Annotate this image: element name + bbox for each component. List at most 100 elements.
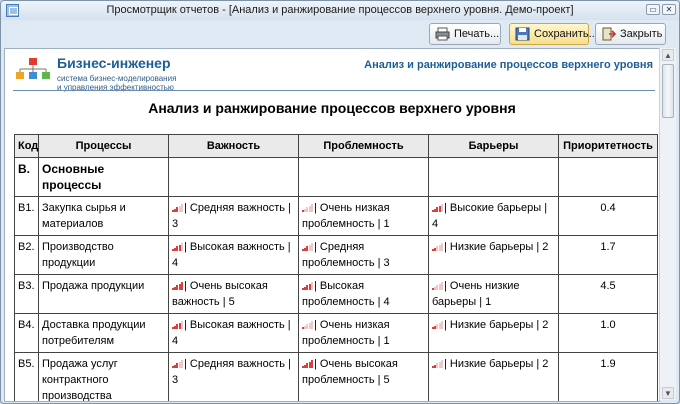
importance-cell-text: | Средняя важность | 3 [172, 202, 291, 230]
priority-value: 4.5 [558, 274, 658, 314]
print-label: Печать... [454, 28, 500, 40]
rating-bars-icon [302, 360, 313, 368]
barrier-cell-text: | Низкие барьеры | 2 [444, 241, 549, 253]
rating-bars-icon [432, 360, 443, 368]
priority-value: 1.7 [558, 235, 658, 275]
print-button[interactable]: Печать... [429, 23, 501, 45]
priority-value: 0.4 [558, 196, 658, 236]
importance-cell-text: | Средняя важность | 3 [172, 358, 291, 386]
barrier-cell: | Низкие барьеры | 2 [428, 235, 559, 275]
close-button[interactable]: Закрыть [595, 23, 666, 45]
problem-cell: | Высокая проблемность | 4 [298, 274, 429, 314]
brand-name: Бизнес-инженер [57, 55, 171, 71]
table-row: В4. Доставка продукции потребителям | Высо… [14, 313, 658, 353]
rating-bars-icon [432, 282, 443, 290]
rating-bars-icon [172, 360, 183, 368]
barrier-cell-text: | Высокие барьеры | 4 [432, 202, 548, 230]
table-header-row: Код Процессы Важность Проблемность Барье… [14, 134, 658, 158]
printer-icon [435, 27, 450, 41]
save-button[interactable]: Сохранить... [509, 23, 598, 45]
table-row: В3. Продажа продукции | Очень высокая важн… [14, 274, 658, 314]
process-name: Продажа продукции [38, 274, 169, 314]
importance-cell: | Очень высокая важность | 5 [168, 274, 299, 314]
problem-cell: | Очень низкая проблемность | 1 [298, 313, 429, 353]
problem-cell: | Очень высокая проблемность | 5 [298, 352, 429, 401]
barrier-cell-text: | Очень низкие барьеры | 1 [432, 280, 520, 308]
rating-bars-icon [432, 243, 443, 251]
importance-cell-text: | Высокая важность | 4 [172, 241, 291, 269]
save-icon [515, 27, 530, 41]
barrier-cell: | Очень низкие барьеры | 1 [428, 274, 559, 314]
process-code: В1. [14, 196, 39, 236]
rating-bars-icon [302, 282, 313, 290]
barrier-cell-text: | Низкие барьеры | 2 [444, 358, 549, 370]
rating-bars-icon [432, 204, 443, 212]
report-title: Анализ и ранжирование процессов верхнего… [148, 100, 516, 116]
rating-bars-icon [172, 282, 183, 290]
process-ranking-table: Код Процессы Важность Проблемность Барье… [14, 134, 658, 401]
process-name: Доставка продукции потребителям [38, 313, 169, 353]
report-viewer-window: Просмотрщик отчетов - [Анализ и ранжиров… [0, 0, 680, 404]
table-row: В5. Продажа услуг контрактного производст… [14, 352, 658, 401]
report-header-title: Анализ и ранжирование процессов верхнего… [364, 59, 653, 71]
barrier-cell-text: | Низкие барьеры | 2 [444, 319, 549, 331]
rating-bars-icon [172, 204, 183, 212]
problem-cell: | Очень низкая проблемность | 1 [298, 196, 429, 236]
column-header: Приоритетность [558, 134, 658, 158]
scroll-up-icon[interactable]: ▲ [662, 49, 674, 61]
table-row: В2. Производство продукции | Высокая важно… [14, 235, 658, 275]
rating-bars-icon [302, 243, 313, 251]
vertical-scrollbar[interactable]: ▲ ▼ [659, 48, 676, 400]
rating-bars-icon [172, 321, 183, 329]
priority-value: 1.0 [558, 313, 658, 353]
rating-bars-icon [302, 321, 313, 329]
process-code: В5. [14, 352, 39, 401]
importance-cell: | Высокая важность | 4 [168, 235, 299, 275]
section-row: В. Основные процессы [14, 157, 658, 197]
column-header: Барьеры [428, 134, 559, 158]
importance-cell: | Средняя важность | 3 [168, 196, 299, 236]
exit-icon [602, 27, 616, 41]
importance-cell-text: | Высокая важность | 4 [172, 319, 291, 347]
table-row: В1. Закупка сырья и материалов | Средняя в… [14, 196, 658, 236]
problem-cell-text: | Очень высокая проблемность | 5 [302, 358, 398, 386]
process-name: Закупка сырья и материалов [38, 196, 169, 236]
rating-bars-icon [302, 204, 313, 212]
barrier-cell: | Низкие барьеры | 2 [428, 352, 559, 401]
process-code: В3. [14, 274, 39, 314]
rating-bars-icon [172, 243, 183, 251]
close-window-icon[interactable]: ✕ [662, 4, 676, 15]
barrier-cell: | Низкие барьеры | 2 [428, 313, 559, 353]
problem-cell-text: | Средняя проблемность | 3 [302, 241, 390, 269]
barrier-cell: | Высокие барьеры | 4 [428, 196, 559, 236]
importance-cell: | Средняя важность | 3 [168, 352, 299, 401]
column-header: Важность [168, 134, 299, 158]
window-title: Просмотрщик отчетов - [Анализ и ранжиров… [106, 4, 574, 16]
problem-cell: | Средняя проблемность | 3 [298, 235, 429, 275]
column-header: Процессы [38, 134, 169, 158]
problem-cell-text: | Очень низкая проблемность | 1 [302, 319, 390, 347]
report-page: Бизнес-инженер система бизнес-моделирова… [4, 48, 660, 402]
process-code: В4. [14, 313, 39, 353]
restore-icon[interactable]: ▭ [646, 4, 660, 15]
scroll-thumb[interactable] [662, 64, 674, 118]
section-name: Основные процессы [38, 157, 169, 197]
process-name: Продажа услуг контрактного производства [38, 352, 169, 401]
process-name: Производство продукции [38, 235, 169, 275]
toolbar: Печать... Сохранить... Закрыть [1, 20, 679, 48]
priority-value: 1.9 [558, 352, 658, 401]
importance-cell: | Высокая важность | 4 [168, 313, 299, 353]
scroll-down-icon[interactable]: ▼ [662, 387, 674, 399]
problem-cell-text: | Высокая проблемность | 4 [302, 280, 390, 308]
column-header: Проблемность [298, 134, 429, 158]
save-label: Сохранить... [534, 28, 598, 40]
importance-cell-text: | Очень высокая важность | 5 [172, 280, 268, 308]
rating-bars-icon [432, 321, 443, 329]
problem-cell-text: | Очень низкая проблемность | 1 [302, 202, 390, 230]
section-code: В. [14, 157, 39, 197]
close-label: Закрыть [620, 28, 663, 40]
title-bar: Просмотрщик отчетов - [Анализ и ранжиров… [1, 1, 679, 20]
column-header: Код [14, 134, 39, 158]
header-divider [13, 90, 655, 91]
company-logo-icon [16, 58, 50, 79]
